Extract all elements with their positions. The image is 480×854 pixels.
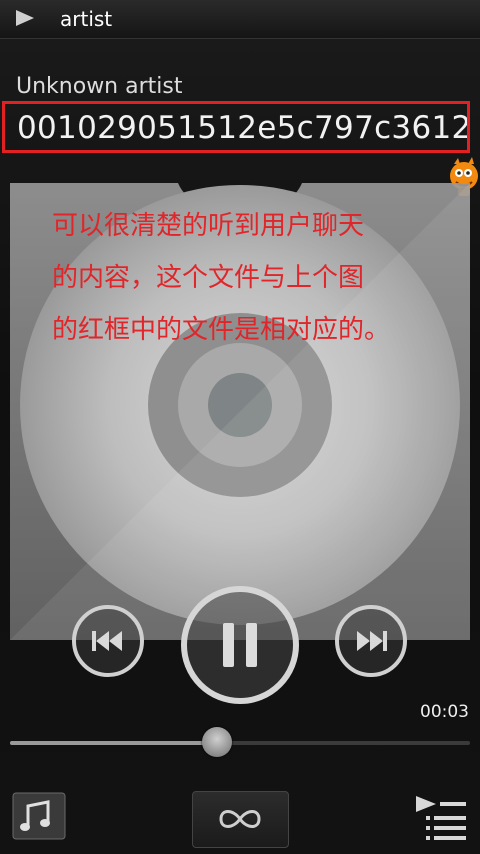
play-pause-button[interactable] [180,585,300,705]
annotation-line: 的内容，这个文件与上个图 [52,263,365,293]
seek-bar[interactable] [10,741,470,745]
title-bar: artist [0,0,480,39]
infinite-button[interactable] [192,791,289,848]
elapsed-time: 00:03 [420,702,469,722]
annotation-line: 的红框中的文件是相对应的。 [52,315,391,345]
infinite-icon [219,810,261,828]
seek-thumb[interactable] [202,727,232,757]
track-title-highlight: 001029051512e5c797c3612 [2,101,470,153]
next-button[interactable] [334,604,408,678]
track-title: 001029051512e5c797c3612 [17,110,470,146]
artist-name: Unknown artist [16,74,183,99]
seek-progress [10,741,217,745]
playlist-button[interactable] [414,794,468,840]
red-annotation-text: 可以很清楚的听到用户聊天 的内容，这个文件与上个图 的红框中的文件是相对应的。 [52,200,472,356]
screen-title: artist [60,7,113,31]
annotation-line: 可以很清楚的听到用户聊天 [52,211,365,241]
play-icon[interactable] [16,10,34,26]
playlist-icon [416,796,466,840]
music-library-button[interactable] [12,792,66,840]
previous-button[interactable] [71,604,145,678]
